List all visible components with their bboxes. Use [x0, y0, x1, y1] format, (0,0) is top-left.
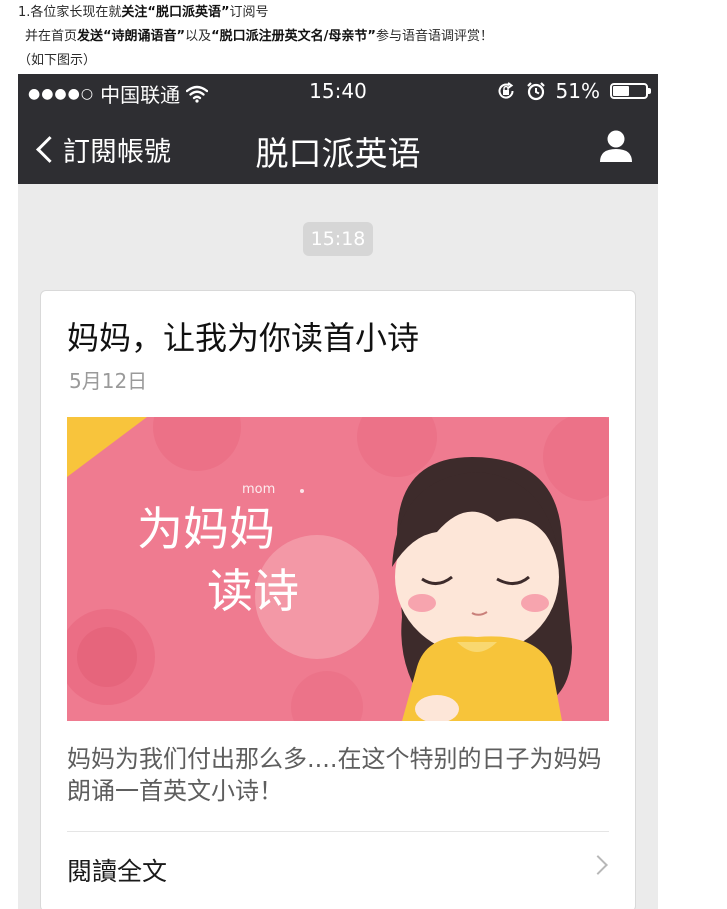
banner-headline-1: 为妈妈 [137, 502, 275, 556]
chat-timestamp: 15:18 [303, 222, 373, 256]
intro-text: 参与语音语调评赏！ [375, 29, 493, 44]
article-card[interactable]: 妈妈，让我为你读首小诗 5月12日 mom 为妈妈 读诗 妈妈为我们付出那么多.… [40, 290, 636, 909]
battery-percent: 51% [555, 79, 600, 103]
nav-bar: 訂閱帳號 脱口派英语 [18, 108, 658, 184]
read-more-link[interactable]: 閱讀全文 [41, 832, 635, 909]
battery-icon [610, 83, 651, 99]
status-bar: ●●●●○ 中国联通 15:40 51% [18, 74, 658, 108]
intro-text: 1.各位家长现在就 [18, 5, 122, 20]
intro-line-2: 并在首页发送“诗朗诵语音”以及“脱口派注册英文名/母亲节”参与语音语调评赏！ [25, 28, 493, 46]
intro-bold-text: 关注“脱口派英语” [121, 5, 230, 20]
chevron-right-icon [588, 855, 608, 875]
cover-illustration: mom 为妈妈 读诗 [67, 417, 609, 721]
intro-bold-text: 发送“诗朗诵语音” [77, 29, 186, 44]
phone-screen: ●●●●○ 中国联通 15:40 51% 訂閱帳號 脱口派英语 15:18 妈妈… [18, 74, 658, 909]
article-title: 妈妈，让我为你读首小诗 [67, 319, 420, 357]
user-icon[interactable] [598, 128, 634, 164]
article-date: 5月12日 [69, 369, 148, 393]
intro-text: 以及 [185, 29, 212, 44]
rotation-lock-icon [498, 82, 514, 99]
banner-headline-2: 读诗 [207, 564, 299, 618]
intro-text: 并在首页 [25, 29, 78, 44]
intro-text: 订阅号 [229, 5, 269, 20]
banner-small-text: mom [242, 482, 275, 497]
page-title: 脱口派英语 [255, 134, 421, 173]
intro-line-1: 1.各位家长现在就关注“脱口派英语”订阅号 [18, 4, 269, 22]
alarm-icon [526, 82, 545, 101]
intro-line-3: （如下图示） [18, 53, 97, 68]
read-more-label: 閱讀全文 [67, 857, 168, 886]
article-cover-image[interactable]: mom 为妈妈 读诗 [67, 417, 609, 721]
article-description: 妈妈为我们付出那么多....在这个特别的日子为妈妈朗诵一首英文小诗！ [67, 745, 602, 805]
intro-bold-text: “脱口派注册英文名/母亲节” [211, 29, 376, 44]
